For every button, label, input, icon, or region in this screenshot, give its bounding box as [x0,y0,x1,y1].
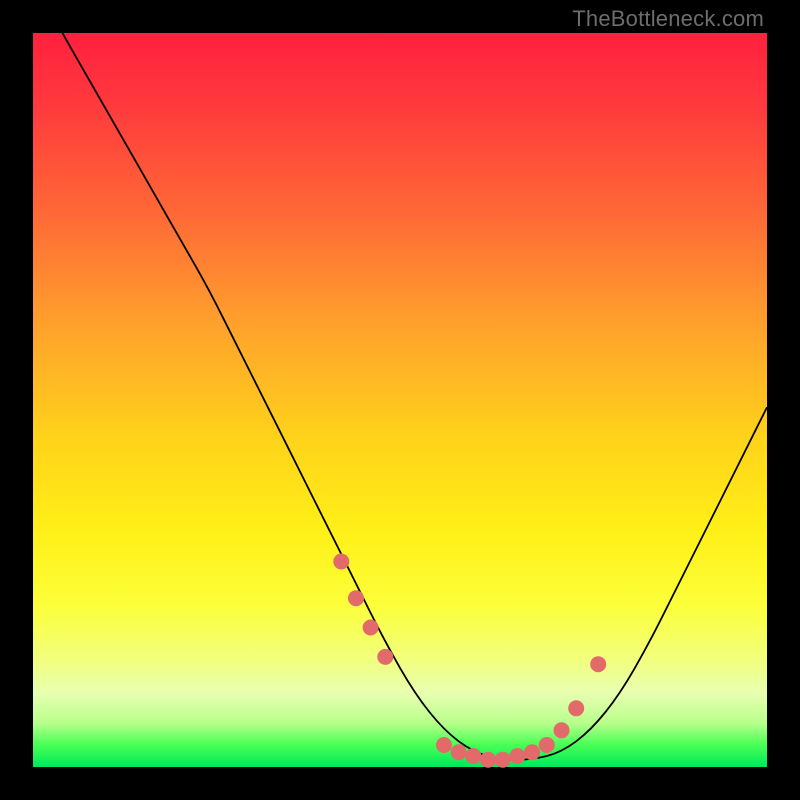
marker-dot [363,620,379,636]
marker-dot [590,656,606,672]
marker-dot [539,737,555,753]
marker-dot [436,737,452,753]
watermark-text: TheBottleneck.com [572,6,764,32]
marker-dot [451,744,467,760]
marker-dot [348,590,364,606]
marker-dot [554,722,570,738]
marker-dot [333,554,349,570]
marker-dot [568,700,584,716]
chart-frame: TheBottleneck.com [0,0,800,800]
marker-dot [465,748,481,764]
marker-dot [480,752,496,768]
chart-svg [33,33,767,767]
marker-dot [377,649,393,665]
marker-dot [524,744,540,760]
marker-dot [495,752,511,768]
marker-dot [509,748,525,764]
bottleneck-curve [62,33,767,760]
marker-group [333,554,606,768]
